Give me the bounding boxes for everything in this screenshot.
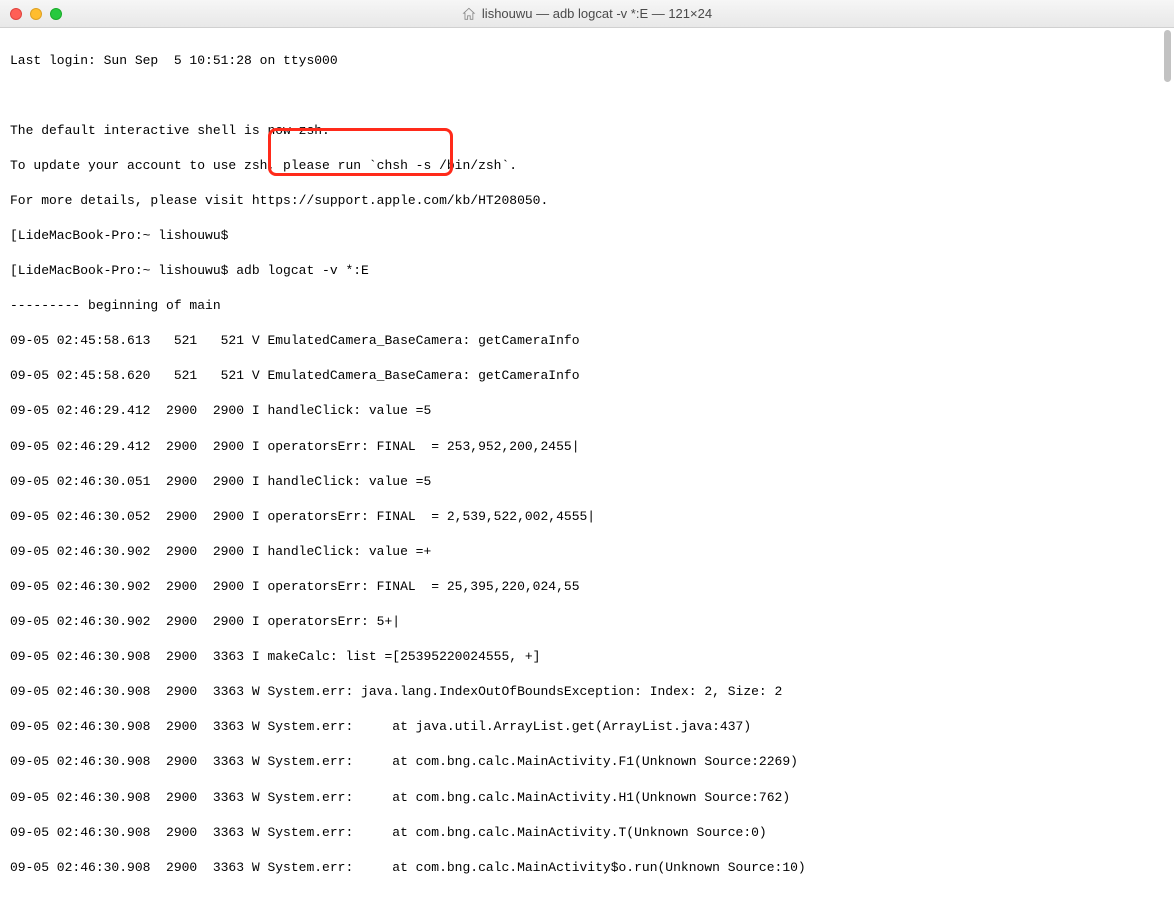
log-line: 09-05 02:46:29.412 2900 2900 I handleCli… [10, 402, 1164, 420]
log-line: 09-05 02:46:30.908 2900 3363 W System.er… [10, 824, 1164, 842]
log-line: 09-05 02:46:29.412 2900 2900 I operators… [10, 438, 1164, 456]
log-beginning: --------- beginning of main [10, 297, 1164, 315]
maximize-icon[interactable] [50, 8, 62, 20]
zsh-notice: For more details, please visit https://s… [10, 192, 1164, 210]
log-line: 09-05 02:45:58.613 521 521 V EmulatedCam… [10, 332, 1164, 350]
terminal-output[interactable]: Last login: Sun Sep 5 10:51:28 on ttys00… [0, 28, 1174, 900]
shell-prompt: [LideMacBook-Pro:~ lishouwu$ [10, 227, 1164, 245]
traffic-lights [10, 8, 62, 20]
log-line: 09-05 02:46:30.908 2900 3363 I makeCalc:… [10, 648, 1164, 666]
log-line: 09-05 02:45:58.620 521 521 V EmulatedCam… [10, 367, 1164, 385]
log-line: 09-05 02:46:30.051 2900 2900 I handleCli… [10, 473, 1164, 491]
scrollbar-thumb[interactable] [1164, 30, 1171, 82]
window-title: lishouwu — adb logcat -v *:E — 121×24 [462, 6, 712, 21]
log-line: 09-05 02:46:30.902 2900 2900 I operators… [10, 613, 1164, 631]
minimize-icon[interactable] [30, 8, 42, 20]
blank-line [10, 87, 1164, 105]
home-icon [462, 7, 476, 21]
titlebar: lishouwu — adb logcat -v *:E — 121×24 [0, 0, 1174, 28]
log-line: 09-05 02:46:30.902 2900 2900 I operators… [10, 578, 1164, 596]
zsh-notice: The default interactive shell is now zsh… [10, 122, 1164, 140]
log-line: 09-05 02:46:30.902 2900 2900 I handleCli… [10, 543, 1164, 561]
log-line: 09-05 02:46:30.908 2900 3363 W System.er… [10, 859, 1164, 877]
window-title-text: lishouwu — adb logcat -v *:E — 121×24 [482, 6, 712, 21]
zsh-notice: To update your account to use zsh, pleas… [10, 157, 1164, 175]
log-line: 09-05 02:46:30.908 2900 3363 W System.er… [10, 753, 1164, 771]
shell-prompt-command: [LideMacBook-Pro:~ lishouwu$ adb logcat … [10, 262, 1164, 280]
log-line: 09-05 02:46:30.908 2900 3363 W System.er… [10, 789, 1164, 807]
log-line: 09-05 02:46:30.908 2900 3363 W System.er… [10, 718, 1164, 736]
close-icon[interactable] [10, 8, 22, 20]
last-login-line: Last login: Sun Sep 5 10:51:28 on ttys00… [10, 52, 1164, 70]
log-line: 09-05 02:46:30.908 2900 3363 W System.er… [10, 683, 1164, 701]
log-line: 09-05 02:46:30.052 2900 2900 I operators… [10, 508, 1164, 526]
